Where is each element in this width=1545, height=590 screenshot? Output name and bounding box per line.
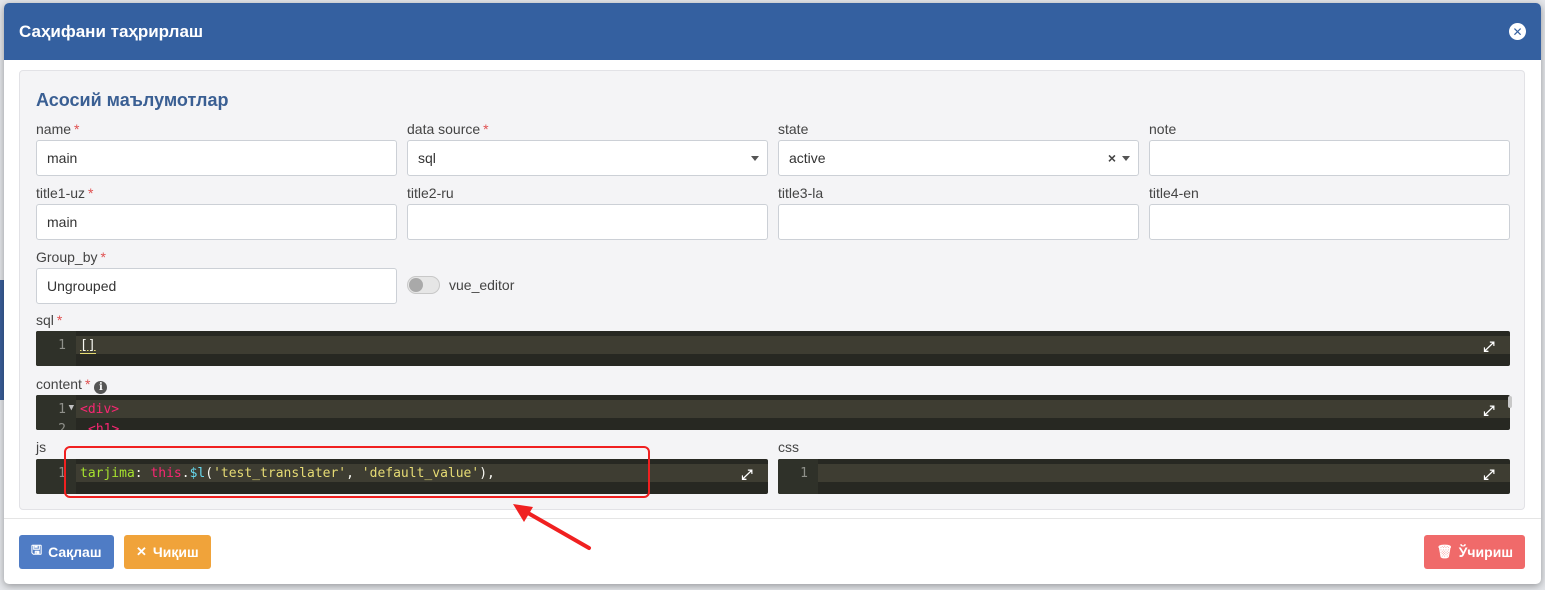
state-select[interactable]: active ×: [778, 140, 1139, 176]
delete-button[interactable]: 🗑 Ўчириш: [1424, 535, 1525, 569]
save-button[interactable]: 🖫 Сақлаш: [19, 535, 114, 569]
title4-label: title4-en: [1149, 185, 1199, 201]
delete-button-label: Ўчириш: [1458, 544, 1513, 560]
css-editor[interactable]: 1 ⤢: [778, 459, 1510, 494]
state-label: state: [778, 121, 809, 137]
title1-input[interactable]: [36, 204, 397, 240]
modal-footer: 🖫 Сақлаш ✕ Чиқиш 🗑 Ўчириш: [4, 518, 1541, 584]
title4-input-field[interactable]: [1160, 214, 1499, 230]
js-label: js: [36, 439, 47, 455]
expand-icon[interactable]: ⤢: [1482, 340, 1496, 354]
sql-editor[interactable]: 1 [] ⤢: [36, 331, 1510, 366]
chevron-down-icon: [751, 156, 759, 161]
data-source-value: sql: [418, 150, 436, 166]
title1-input-field[interactable]: [47, 214, 386, 230]
title3-input-field[interactable]: [789, 214, 1128, 230]
name-input-field[interactable]: [47, 150, 386, 166]
exit-button[interactable]: ✕ Чиқиш: [124, 535, 211, 569]
expand-icon[interactable]: ⤢: [740, 468, 754, 482]
sql-label: sql *: [36, 312, 63, 328]
js-code: tarjima: this.$l('test_translater', 'def…: [80, 466, 495, 481]
main-info-panel: Асосий маълумотлар name* data source* sq…: [19, 70, 1525, 510]
title2-label: title2-ru: [407, 185, 454, 201]
section-title: Асосий маълумотлар: [36, 90, 229, 110]
modal-header: Саҳифани таҳрирлаш ✕: [4, 3, 1541, 60]
title1-label: title1-uz *: [36, 185, 94, 201]
expand-icon[interactable]: ⤢: [1482, 404, 1496, 418]
fold-arrow-icon[interactable]: ▼: [69, 403, 74, 413]
chevron-down-icon: [1122, 156, 1130, 161]
data-source-label: data source *: [407, 121, 489, 137]
note-input[interactable]: [1149, 140, 1510, 176]
content-gutter: 1 ▼ 2: [36, 395, 76, 430]
edit-page-modal: Саҳифани таҳрирлаш ✕ Асосий маълумотлар …: [4, 3, 1541, 584]
exit-button-label: Чиқиш: [152, 544, 199, 560]
css-label: css: [778, 439, 799, 455]
js-gutter: 1: [36, 459, 76, 494]
title3-label: title3-la: [778, 185, 824, 201]
clear-icon[interactable]: ×: [1108, 150, 1116, 166]
title4-input[interactable]: [1149, 204, 1510, 240]
css-gutter: 1: [778, 459, 818, 494]
name-input[interactable]: [36, 140, 397, 176]
note-input-field[interactable]: [1160, 150, 1499, 166]
scrollbar[interactable]: [1508, 396, 1512, 408]
save-button-label: Сақлаш: [48, 544, 102, 560]
group-by-label: Group_by *: [36, 249, 106, 265]
name-label: name *: [36, 121, 80, 137]
close-icon[interactable]: ✕: [1509, 23, 1526, 40]
modal-title: Саҳифани таҳрирлаш: [19, 21, 204, 41]
active-line: [818, 464, 1510, 482]
title3-input[interactable]: [778, 204, 1139, 240]
trash-icon: 🗑: [1436, 544, 1453, 559]
info-icon[interactable]: i: [94, 381, 108, 394]
group-by-input[interactable]: [36, 268, 397, 304]
content-editor[interactable]: 1 ▼ 2 <div> <h1> ⤢: [36, 395, 1510, 430]
data-source-select[interactable]: sql: [407, 140, 768, 176]
title2-input[interactable]: [407, 204, 768, 240]
active-line: [76, 400, 1510, 418]
expand-icon[interactable]: ⤢: [1482, 468, 1496, 482]
sql-code: []: [80, 338, 96, 354]
note-label: note: [1149, 121, 1177, 137]
group-by-input-field[interactable]: [47, 278, 386, 294]
toggle-knob: [409, 278, 423, 292]
vue-editor-label: vue_editor: [449, 277, 515, 293]
vue-editor-toggle[interactable]: [407, 276, 440, 294]
state-value: active: [789, 150, 826, 166]
sql-gutter: 1: [36, 331, 76, 366]
content-code: <div>: [80, 402, 120, 417]
save-icon: 🖫: [31, 542, 43, 557]
content-code-line2: <h1>: [88, 422, 120, 430]
close-icon: ✕: [136, 544, 147, 559]
active-line: [76, 336, 1510, 354]
title2-input-field[interactable]: [418, 214, 757, 230]
js-editor[interactable]: 1 tarjima: this.$l('test_translater', 'd…: [36, 459, 768, 494]
content-label: content * i: [36, 376, 108, 394]
